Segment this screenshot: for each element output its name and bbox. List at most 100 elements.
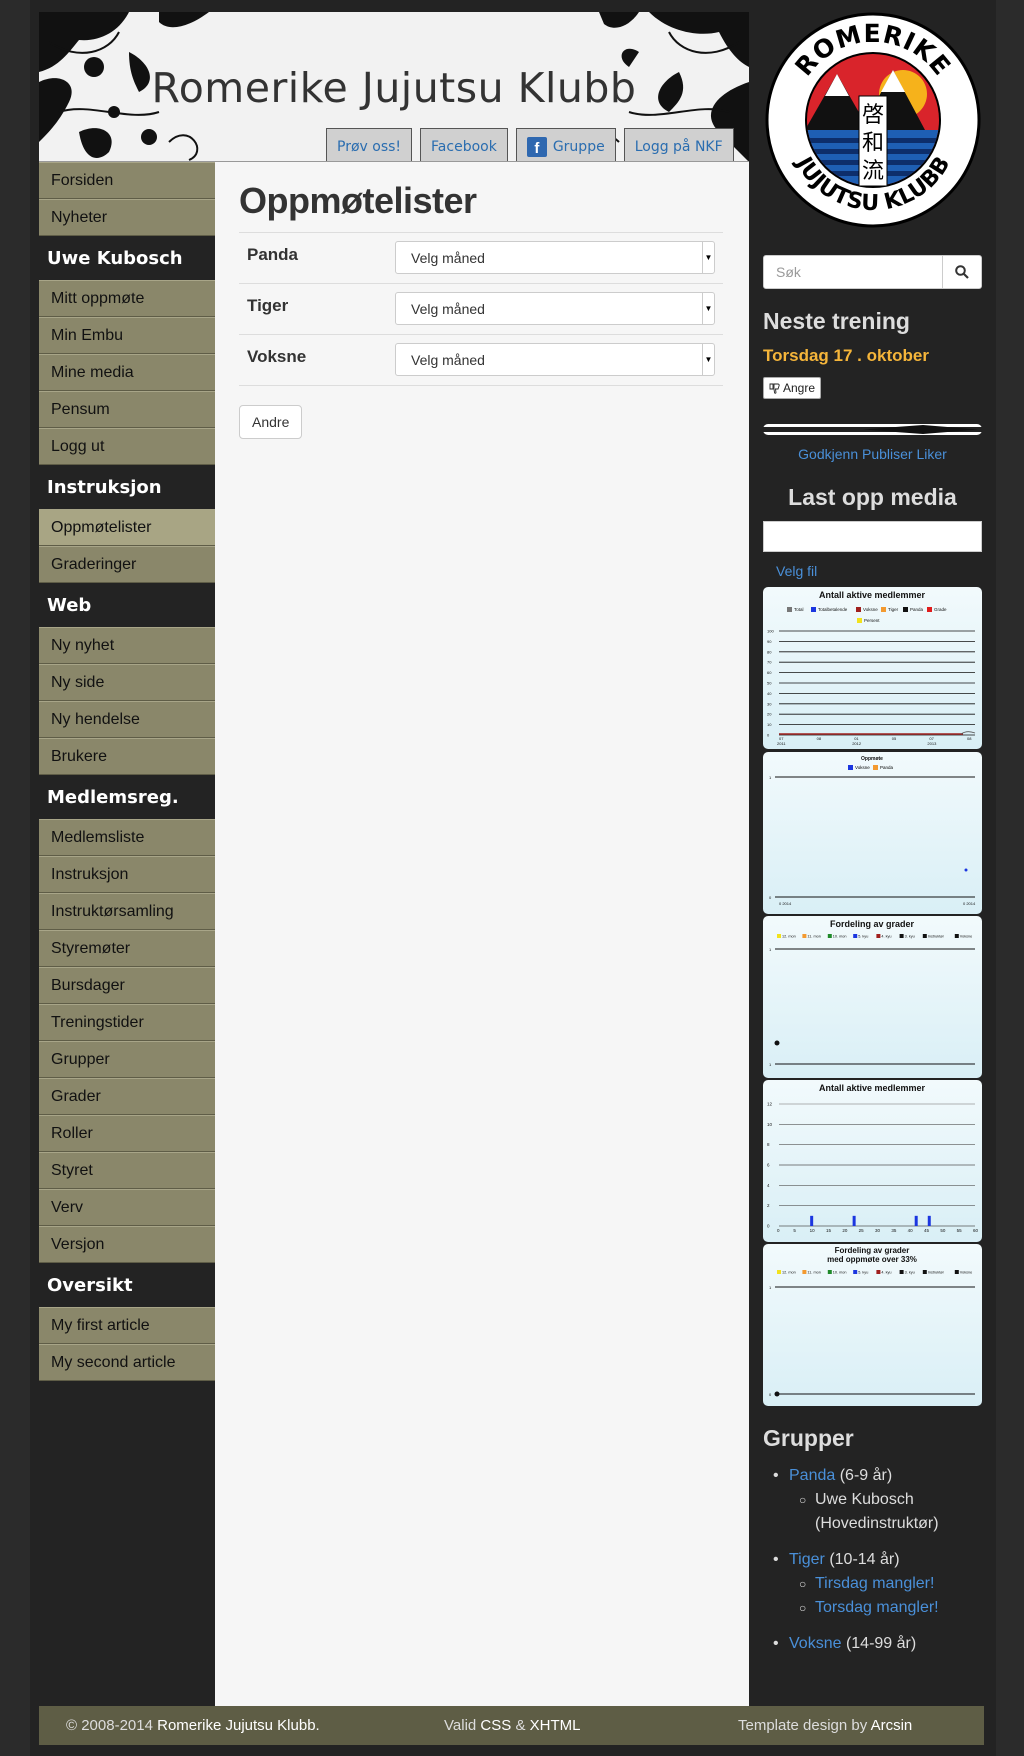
nav-item-styret[interactable]: Styret xyxy=(39,1152,215,1189)
chart-title: Oppmøte xyxy=(861,756,883,762)
nav-heading-web: Web xyxy=(39,583,215,627)
month-select-voksne[interactable]: Velg måned ▼ xyxy=(395,343,715,376)
group-label: Voksne xyxy=(247,347,307,366)
chart-legend: 12. mon 11. mon 10. mon 5. kyu 4. kyu 3. kyu I… xyxy=(777,1270,972,1275)
upload-field[interactable] xyxy=(763,521,982,552)
nav-item-brukere[interactable]: Brukere xyxy=(39,738,215,775)
chart-grade-distribution-svg: Fordeling av grader 12. mon 11. mon 10. mo… xyxy=(769,919,975,1067)
legend-swatch xyxy=(802,1270,807,1274)
chart-title: Fordeling av grader med oppmøte over 33% xyxy=(827,1246,917,1264)
tick-label: 0 xyxy=(769,1392,772,1397)
tick-label: 25 xyxy=(859,1228,865,1233)
choose-file-link[interactable]: Velg fil xyxy=(776,563,817,579)
legend-swatch xyxy=(903,607,908,612)
site-footer: © 2008-2014 Romerike Jujutsu Klubb. Vali… xyxy=(39,1706,984,1745)
data-point xyxy=(774,1040,780,1046)
nav-item-forsiden[interactable]: Forsiden xyxy=(39,162,215,199)
tick-label: 1 xyxy=(769,775,772,780)
chart-title-line: med oppmøte over 33% xyxy=(827,1255,917,1264)
legend-swatch xyxy=(777,1270,781,1274)
tick-label: 10 xyxy=(810,1228,816,1233)
group-button[interactable]: f Gruppe xyxy=(515,128,616,161)
group-ages: (6-9 år) xyxy=(839,1467,893,1484)
legend-swatch xyxy=(811,607,816,612)
nav-item-bursdager[interactable]: Bursdager xyxy=(39,967,215,1004)
legend-swatch xyxy=(827,934,832,938)
nav-item-roller[interactable]: Roller xyxy=(39,1115,215,1152)
legend-swatch xyxy=(927,607,932,612)
nav-item-mitt-oppmote[interactable]: Mitt oppmøte xyxy=(39,280,215,317)
nav-item-verv[interactable]: Verv xyxy=(39,1189,215,1226)
legend-swatch xyxy=(802,934,807,938)
missing-link[interactable]: Tirsdag mangler! xyxy=(815,1575,934,1592)
attendance-row: Voksne Velg måned ▼ xyxy=(239,335,723,386)
club-logo[interactable]: 啓 和 流 ROMERIKE JUJUTSU KLUBB xyxy=(765,12,981,228)
nav-item-graderinger[interactable]: Graderinger xyxy=(39,546,215,583)
legend-swatch xyxy=(848,765,853,770)
nav-item-instruksjon[interactable]: Instruksjon xyxy=(39,856,215,893)
nav-item-oppmotelister[interactable]: Oppmøtelister xyxy=(39,509,215,546)
tick-label: 6 xyxy=(767,1163,770,1168)
upload-media-title: Last opp media xyxy=(788,484,957,510)
nav-item-pensum[interactable]: Pensum xyxy=(39,391,215,428)
nav-item-min-embu[interactable]: Min Embu xyxy=(39,317,215,354)
designer-link[interactable]: Arcsin xyxy=(871,1717,913,1734)
nav-item-first-article[interactable]: My first article xyxy=(39,1307,215,1344)
nav-item-ny-hendelse[interactable]: Ny hendelse xyxy=(39,701,215,738)
chart-attendance-svg: Oppmøte Voksne Panda 1 0 0 2014 0 2014 xyxy=(769,756,976,906)
group-link-panda[interactable]: Panda xyxy=(789,1467,835,1484)
other-button[interactable]: Andre xyxy=(239,405,303,439)
nav-item-styremoter[interactable]: Styremøter xyxy=(39,930,215,967)
nav-item-nyheter[interactable]: Nyheter xyxy=(39,199,215,236)
facebook-icon: f xyxy=(526,136,547,157)
nav-item-mine-media[interactable]: Mine media xyxy=(39,354,215,391)
attendance-row: Tiger Velg måned ▼ xyxy=(239,284,723,335)
month-select-tiger[interactable]: Velg måned ▼ xyxy=(395,292,715,325)
nav-item-medlemsliste[interactable]: Medlemsliste xyxy=(39,819,215,856)
nav-item-ny-nyhet[interactable]: Ny nyhet xyxy=(39,627,215,664)
group-label: Tiger xyxy=(247,296,289,315)
tick-label: 1 xyxy=(769,947,772,952)
club-link[interactable]: Romerike Jujutsu Klubb. xyxy=(157,1717,320,1734)
nav-item-versjon[interactable]: Versjon xyxy=(39,1226,215,1263)
nav-heading-oversikt: Oversikt xyxy=(39,1263,215,1307)
facebook-button[interactable]: Facebook xyxy=(420,128,508,161)
nav-item-ny-side[interactable]: Ny side xyxy=(39,664,215,701)
chart-title-line: Fordeling av grader xyxy=(835,1246,910,1255)
logo-kanji-3: 流 xyxy=(862,159,884,184)
group-link-tiger[interactable]: Tiger xyxy=(789,1551,825,1568)
search-button[interactable] xyxy=(942,256,981,288)
missing-link[interactable]: Torsdag mangler! xyxy=(815,1599,939,1616)
nav-item-second-article[interactable]: My second article xyxy=(39,1344,215,1381)
chart-grade-distribution: Fordeling av grader 12. mon 11. mon 10. mo… xyxy=(763,916,982,1078)
nav-item-grupper[interactable]: Grupper xyxy=(39,1041,215,1078)
chart-grade-distribution-33: Fordeling av grader med oppmøte over 33% … xyxy=(763,1244,982,1406)
tick-label: 50 xyxy=(767,681,772,686)
group-link-voksne[interactable]: Voksne xyxy=(789,1635,841,1652)
logo-kanji-1: 啓 xyxy=(862,103,884,128)
legend-label: 10. mon xyxy=(833,1271,847,1275)
nav-item-treningstider[interactable]: Treningstider xyxy=(39,1004,215,1041)
legend-label: 12. mon xyxy=(782,1271,796,1275)
undo-button[interactable]: Angre xyxy=(763,377,822,399)
nav-item-instruktorsamling[interactable]: Instruktørsamling xyxy=(39,893,215,930)
search-box: Søk xyxy=(763,255,982,289)
css-link[interactable]: CSS xyxy=(480,1717,511,1734)
legend-label: Voksne xyxy=(855,765,870,770)
right-sidebar: 啓 和 流 ROMERIKE JUJUTSU KLUBB Søk Neste t… xyxy=(749,0,996,1706)
chart-title: Antall aktive medlemmer xyxy=(819,590,926,600)
nav-item-grader[interactable]: Grader xyxy=(39,1078,215,1115)
tick-label: 2 xyxy=(767,1203,770,1208)
nav-item-logg-ut[interactable]: Logg ut xyxy=(39,428,215,465)
month-select-panda[interactable]: Velg måned ▼ xyxy=(395,241,715,274)
try-us-button[interactable]: Prøv oss! xyxy=(326,128,413,161)
series-line xyxy=(960,731,976,735)
approve-publish-like-links[interactable]: Godkjenn Publiser Liker xyxy=(763,446,982,462)
nkf-login-button[interactable]: Logg på NKF xyxy=(623,128,734,161)
tick-label: 5 xyxy=(793,1228,796,1233)
xhtml-link[interactable]: XHTML xyxy=(530,1717,581,1734)
search-input[interactable]: Søk xyxy=(764,256,942,288)
design-text: Template design by xyxy=(738,1717,868,1734)
chart-active-members-bars-svg: Antall aktive medlemmer 1210864200 5 10 15 2… xyxy=(767,1083,979,1233)
legend-swatch xyxy=(876,1270,881,1274)
